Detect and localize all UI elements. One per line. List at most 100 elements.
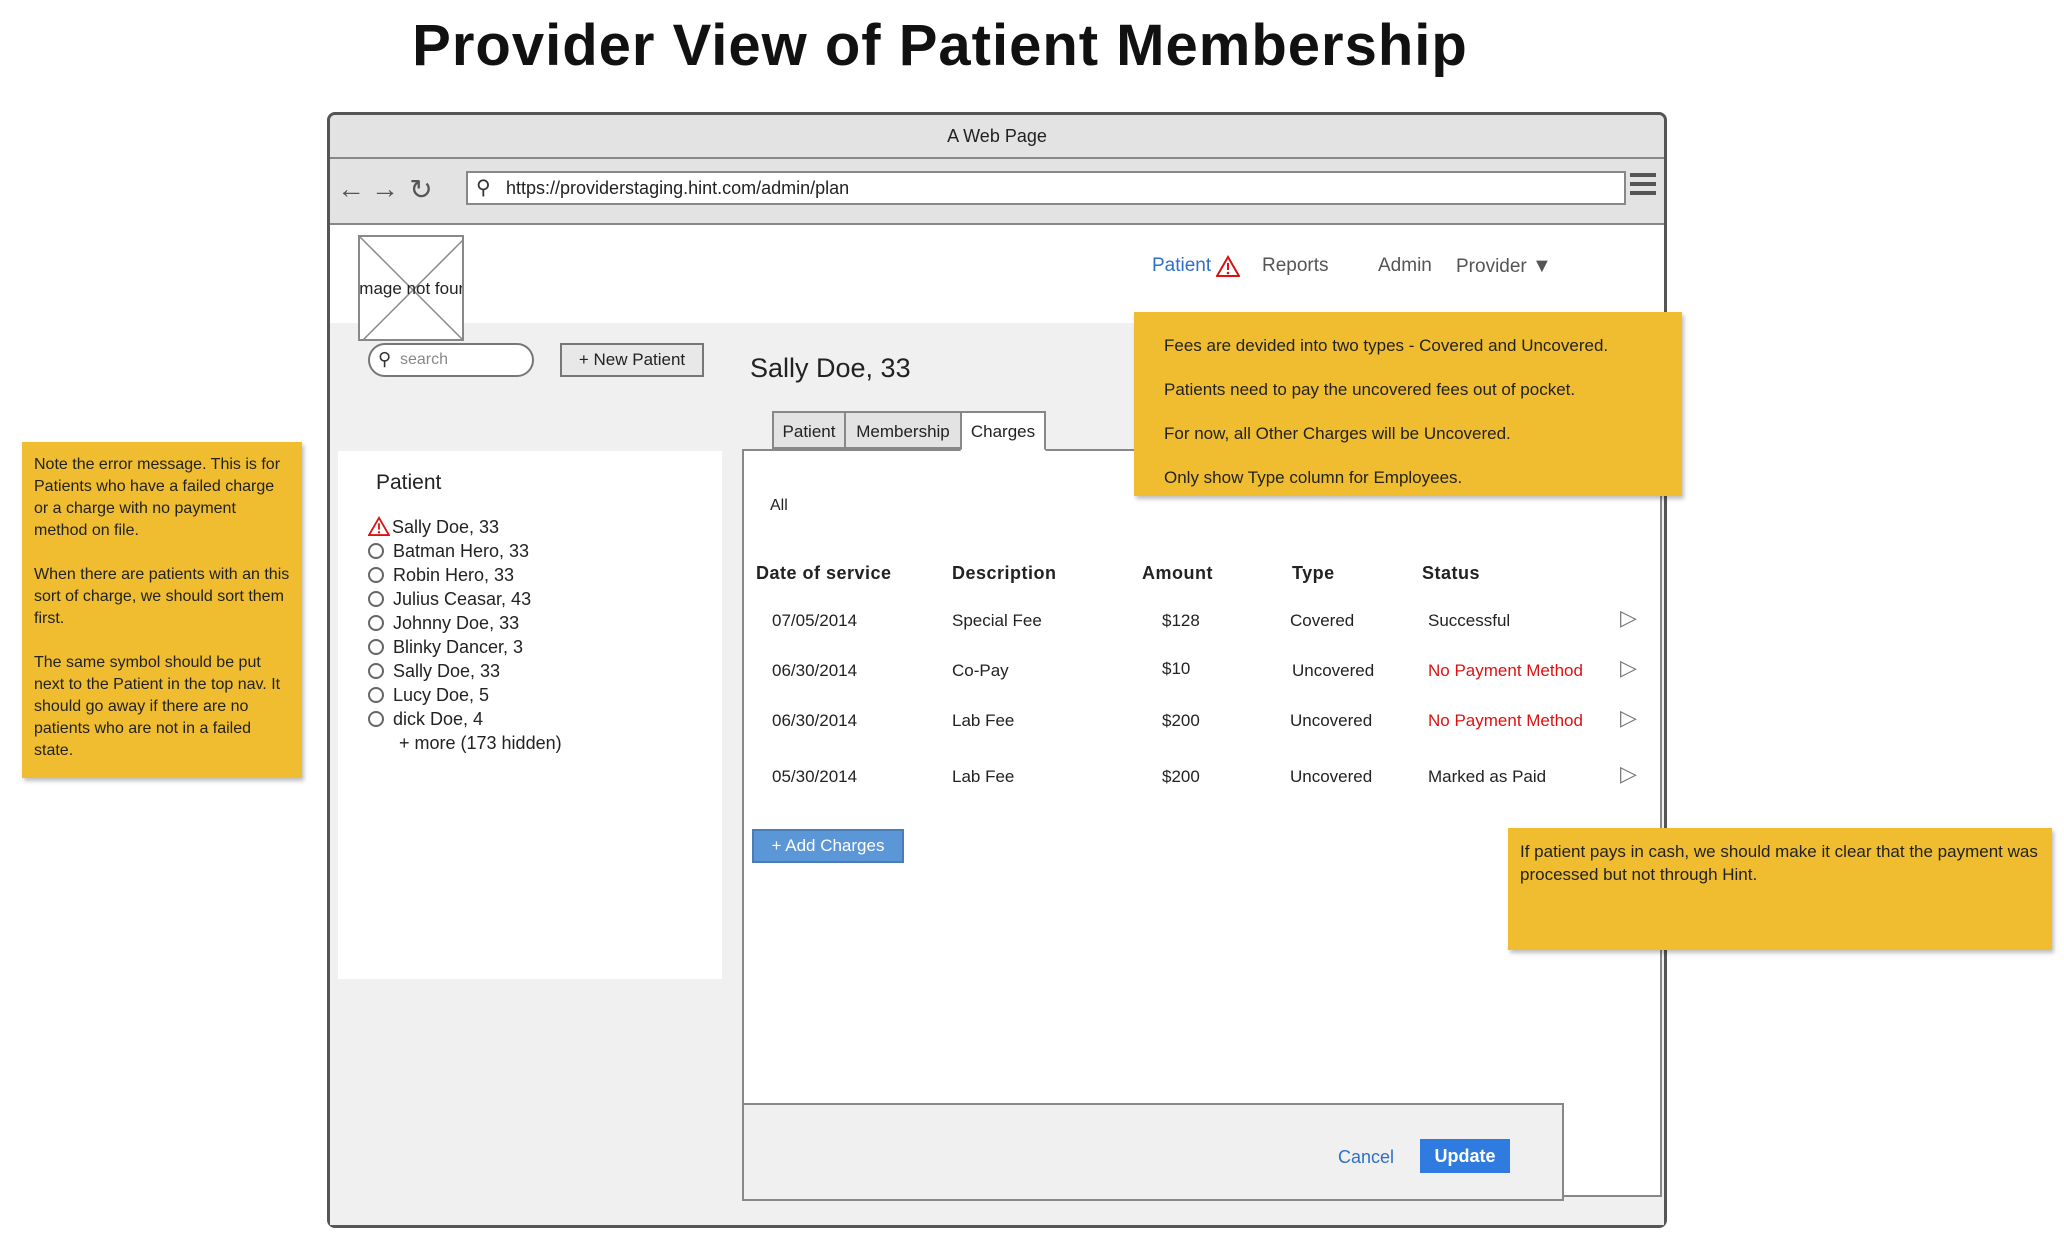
selected-patient-name: Sally Doe, 33	[750, 353, 911, 383]
patient-list-item[interactable]: Julius Ceasar, 43	[368, 587, 531, 611]
patient-name: Julius Ceasar, 43	[393, 589, 532, 609]
window-title: A Web Page	[330, 115, 1664, 159]
patient-list-panel: Patient Sally Doe, 33 Batman Hero, 33 Ro…	[338, 451, 722, 979]
radio-icon	[368, 567, 384, 583]
note-text: Only show Type column for Employees.	[1164, 468, 1463, 487]
patient-list-item[interactable]: Sally Doe, 33	[367, 515, 500, 539]
tab-patient[interactable]: Patient	[772, 411, 846, 449]
col-header-amount: Amount	[1142, 563, 1213, 583]
patient-list-item[interactable]: Sally Doe, 33	[368, 659, 500, 683]
patient-name: Sally Doe, 33	[393, 661, 501, 681]
patient-search-input[interactable]: ⚲ search	[368, 343, 534, 377]
radio-icon	[368, 663, 384, 679]
charge-status-error: No Payment Method	[1428, 711, 1583, 730]
patient-name: Blinky Dancer, 3	[393, 637, 524, 657]
radio-icon	[368, 687, 384, 703]
patient-name: Sally Doe, 33	[392, 517, 500, 537]
charge-status-error: No Payment Method	[1428, 661, 1583, 680]
update-button[interactable]: Update	[1420, 1139, 1510, 1173]
charge-amount: $10	[1162, 659, 1191, 678]
browser-window: A Web Page ← → ↻ ⚲ https://providerstagi…	[327, 112, 1667, 1228]
form-footer: Cancel Update	[742, 1103, 1564, 1201]
radio-icon	[368, 591, 384, 607]
charge-description: Lab Fee	[952, 767, 1015, 786]
url-text: https://providerstaging.hint.com/admin/p…	[506, 178, 850, 198]
tab-charges[interactable]: Charges	[960, 411, 1046, 451]
forward-arrow-icon[interactable]: →	[370, 173, 400, 205]
warning-icon	[367, 516, 391, 536]
patient-list-title: Patient	[376, 471, 442, 494]
note-text: If patient pays in cash, we should make …	[1520, 842, 2038, 884]
patient-list-item[interactable]: Batman Hero, 33	[368, 539, 529, 563]
charge-description: Special Fee	[952, 611, 1042, 630]
col-header-date: Date of service	[756, 563, 892, 583]
warning-icon	[1215, 255, 1242, 277]
url-bar[interactable]: ⚲ https://providerstaging.hint.com/admin…	[466, 171, 1626, 205]
patient-name: dick Doe, 4	[393, 709, 484, 729]
note-text: Fees are devided into two types - Covere…	[1164, 336, 1609, 355]
row-expand-icon[interactable]: ▷	[1620, 761, 1637, 787]
charge-amount: $200	[1162, 767, 1200, 786]
charge-date: 06/30/2014	[772, 711, 858, 730]
charge-status: Marked as Paid	[1428, 767, 1547, 786]
search-placeholder: search	[400, 351, 449, 368]
patient-list-item[interactable]: Blinky Dancer, 3	[368, 635, 523, 659]
nav-patient[interactable]: Patient	[1152, 255, 1242, 277]
col-header-type: Type	[1292, 563, 1335, 583]
nav-admin[interactable]: Admin	[1378, 255, 1432, 277]
charge-description: Lab Fee	[952, 711, 1015, 730]
row-expand-icon[interactable]: ▷	[1620, 655, 1637, 681]
charge-status: Successful	[1428, 611, 1511, 630]
note-text: Note the error message. This is for Pati…	[34, 456, 281, 539]
patient-list-item[interactable]: Robin Hero, 33	[368, 563, 514, 587]
back-arrow-icon[interactable]: ←	[336, 173, 366, 205]
new-patient-button[interactable]: + New Patient	[560, 343, 704, 377]
radio-icon	[368, 639, 384, 655]
tab-membership[interactable]: Membership	[844, 411, 962, 449]
charge-amount: $128	[1162, 611, 1200, 630]
charges-panel: All Date of service Description Amount T…	[742, 449, 1662, 1197]
row-expand-icon[interactable]: ▷	[1620, 605, 1637, 631]
filter-all[interactable]: All	[770, 497, 788, 515]
patient-list-item[interactable]: Johnny Doe, 33	[368, 611, 519, 635]
nav-provider[interactable]: Provider ▼	[1456, 255, 1552, 278]
nav-reports[interactable]: Reports	[1262, 255, 1329, 277]
charge-amount: $200	[1162, 711, 1200, 730]
patient-list-item[interactable]: Lucy Doe, 5	[368, 683, 489, 707]
sticky-note-cash-payment: If patient pays in cash, we should make …	[1508, 828, 2052, 950]
more-patients-link[interactable]: + more (173 hidden)	[399, 731, 562, 755]
patient-name: Johnny Doe, 33	[393, 613, 520, 633]
radio-icon	[368, 543, 384, 559]
menu-icon[interactable]	[1630, 173, 1656, 199]
charge-type: Uncovered	[1290, 767, 1373, 786]
radio-icon	[368, 711, 384, 727]
search-icon: ⚲	[378, 349, 392, 369]
note-text: For now, all Other Charges will be Uncov…	[1164, 424, 1511, 443]
col-header-status: Status	[1422, 563, 1481, 583]
logo-placeholder: Image not found	[358, 235, 464, 341]
charge-type: Covered	[1290, 611, 1355, 630]
charge-description: Co-Pay	[952, 661, 1009, 680]
sticky-note-fee-types: Fees are devided into two types - Covere…	[1134, 312, 1682, 496]
cancel-link[interactable]: Cancel	[1338, 1147, 1394, 1168]
col-header-description: Description	[952, 563, 1057, 583]
search-icon: ⚲	[476, 177, 491, 199]
charge-date: 06/30/2014	[772, 661, 858, 680]
logo-placeholder-text: Image not found	[358, 279, 462, 298]
note-text: Patients need to pay the uncovered fees …	[1164, 380, 1576, 399]
browser-toolbar: ← → ↻ ⚲ https://providerstaging.hint.com…	[330, 159, 1664, 225]
charge-date: 07/05/2014	[772, 611, 858, 630]
radio-icon	[368, 615, 384, 631]
reload-icon[interactable]: ↻	[406, 173, 436, 206]
nav-patient-label: Patient	[1152, 255, 1212, 277]
patient-name: Lucy Doe, 5	[393, 685, 490, 705]
patient-list-item[interactable]: dick Doe, 4	[368, 707, 483, 731]
dropdown-caret-icon: ▼	[1532, 255, 1552, 277]
patient-name: Batman Hero, 33	[393, 541, 530, 561]
charge-type: Uncovered	[1292, 661, 1375, 680]
charge-type: Uncovered	[1290, 711, 1373, 730]
page-title: Provider View of Patient Membership	[412, 13, 1468, 78]
charge-date: 05/30/2014	[772, 767, 858, 786]
add-charges-button[interactable]: + Add Charges	[752, 829, 904, 863]
row-expand-icon[interactable]: ▷	[1620, 705, 1637, 731]
